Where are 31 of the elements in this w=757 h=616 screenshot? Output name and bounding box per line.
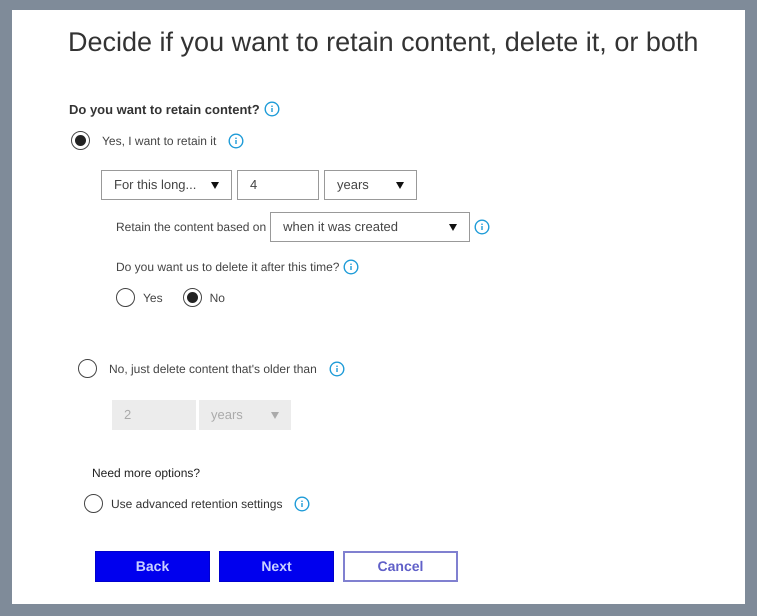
number-field[interactable]: 4	[237, 170, 319, 200]
option-label: No, just delete content that's older than	[109, 360, 317, 378]
question-label: Do you want to retain content?	[69, 100, 260, 119]
page-title: Decide if you want to retain content, delete it, or both	[68, 26, 700, 59]
info-icon[interactable]	[328, 360, 345, 376]
radio-button[interactable]	[84, 494, 103, 513]
info-icon[interactable]	[294, 496, 310, 512]
field-label: Retain the content based on	[116, 219, 266, 236]
option-label: No	[210, 290, 225, 306]
caret-icon	[449, 224, 458, 230]
radio-button[interactable]	[182, 288, 202, 307]
info-icon[interactable]	[343, 259, 360, 275]
option-label: Yes	[143, 290, 163, 306]
section-label: Need more options?	[92, 465, 202, 482]
unit-dropdown[interactable]: years	[324, 170, 417, 200]
question-label: Do you want us to delete it after this time?	[116, 259, 340, 276]
option-label: Yes, I want to retain it	[102, 132, 216, 150]
info-icon[interactable]	[228, 132, 244, 148]
cancel-button[interactable]: Cancel	[343, 551, 458, 582]
info-icon[interactable]	[474, 219, 490, 235]
option-label: Use advanced retention settings	[111, 496, 282, 512]
radio-button[interactable]	[71, 131, 90, 150]
action-button[interactable]: Back	[95, 551, 210, 582]
info-icon[interactable]	[264, 101, 280, 118]
radio-button[interactable]	[116, 288, 135, 307]
action-button[interactable]: Next	[219, 551, 334, 582]
period-dropdown[interactable]: For this long...	[101, 170, 232, 200]
caret-icon	[396, 182, 404, 188]
caret-icon	[211, 182, 219, 188]
basis-dropdown[interactable]: when it was created	[270, 212, 470, 242]
caret-icon	[271, 412, 279, 418]
